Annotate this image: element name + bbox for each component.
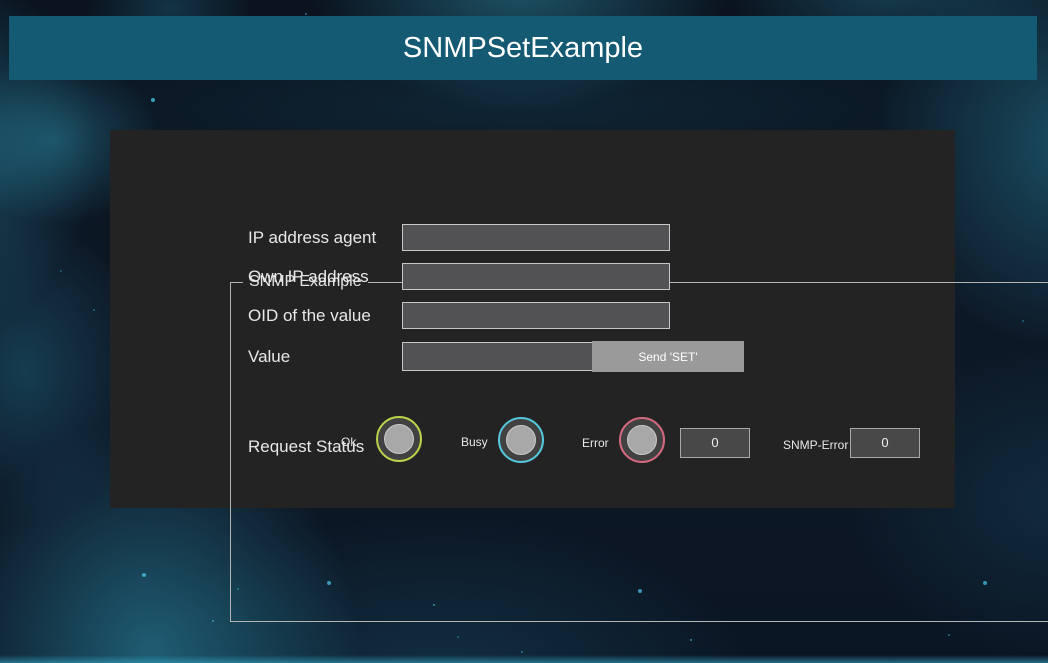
ok-led-indicator: [376, 416, 422, 462]
window-title: SNMPSetExample: [403, 32, 643, 64]
ok-led-disc: [384, 424, 414, 454]
send-set-button[interactable]: Send 'SET': [592, 341, 744, 372]
ip-address-agent-label: IP address agent: [248, 224, 376, 251]
oid-of-value-input[interactable]: [402, 302, 670, 329]
own-ip-address-label: Own IP address: [248, 263, 369, 290]
own-ip-address-input[interactable]: [402, 263, 670, 290]
app-window: SNMPSetExample SNMP Example IP address a…: [0, 0, 1048, 663]
error-count-display: 0: [680, 428, 750, 458]
error-label: Error: [582, 436, 609, 450]
oid-of-value-label: OID of the value: [248, 302, 371, 329]
star-dots: [0, 0, 2, 2]
snmp-error-label: SNMP-Error: [783, 438, 848, 452]
busy-label: Busy: [461, 435, 488, 449]
busy-led-indicator: [498, 417, 544, 463]
busy-led-disc: [506, 425, 536, 455]
error-led-indicator: [619, 417, 665, 463]
ok-label: Ok: [341, 435, 356, 449]
title-bar: SNMPSetExample: [9, 16, 1037, 80]
snmp-error-count-display: 0: [850, 428, 920, 458]
main-panel: SNMP Example IP address agent Own IP add…: [110, 130, 955, 508]
value-label: Value: [248, 342, 290, 371]
error-led-disc: [627, 425, 657, 455]
ip-address-agent-input[interactable]: [402, 224, 670, 251]
bottom-glow: [0, 655, 1048, 663]
